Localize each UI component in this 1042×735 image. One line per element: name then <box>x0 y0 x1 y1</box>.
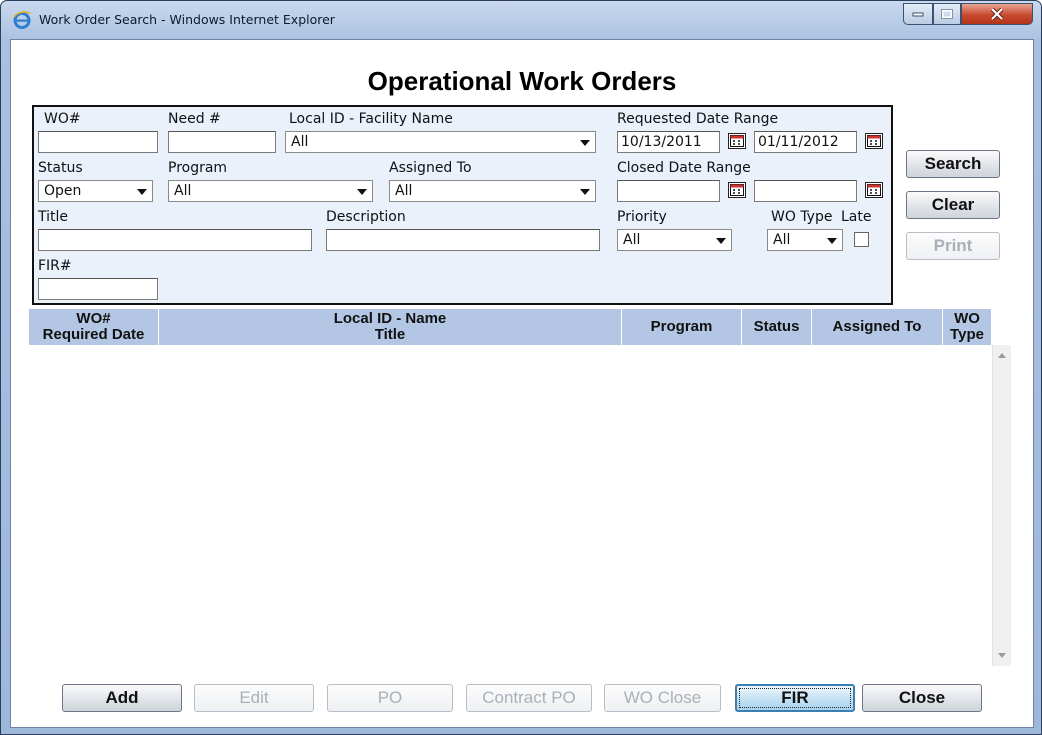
need-number-input[interactable] <box>168 131 276 153</box>
calendar-icon[interactable] <box>728 182 746 198</box>
late-label: Late <box>841 209 872 225</box>
chevron-down-icon <box>716 238 726 244</box>
column-header-local-id-line2: Title <box>374 326 406 343</box>
description-label: Description <box>326 209 406 225</box>
column-header-wo[interactable]: WO# Required Date <box>29 309 159 345</box>
requested-date-range-label: Requested Date Range <box>617 111 779 127</box>
priority-select[interactable]: All <box>617 229 732 251</box>
need-number-label: Need # <box>168 111 221 127</box>
description-input[interactable] <box>326 229 600 251</box>
column-header-program-label: Program <box>650 318 713 335</box>
title-input[interactable] <box>38 229 312 251</box>
wo-number-input[interactable] <box>38 131 158 153</box>
assigned-to-label: Assigned To <box>389 160 472 176</box>
wo-type-label: WO Type <box>771 209 833 225</box>
program-select-value: All <box>174 183 192 199</box>
column-header-local-id-line1: Local ID - Name <box>333 310 447 327</box>
browser-window: Work Order Search - Windows Internet Exp… <box>0 0 1042 735</box>
column-header-wo-line2: Required Date <box>42 326 145 343</box>
maximize-button[interactable] <box>933 3 961 25</box>
window-close-button[interactable] <box>961 3 1033 25</box>
assigned-to-select-value: All <box>395 183 413 199</box>
po-button[interactable]: PO <box>327 684 453 712</box>
requested-date-to-input[interactable]: 01/11/2012 <box>754 131 857 153</box>
search-button[interactable]: Search <box>906 150 1000 178</box>
late-checkbox[interactable] <box>854 232 869 247</box>
calendar-icon[interactable] <box>865 182 883 198</box>
calendar-icon[interactable] <box>865 133 883 149</box>
status-select-value: Open <box>44 183 82 199</box>
vertical-scrollbar[interactable] <box>992 345 1011 666</box>
priority-label: Priority <box>617 209 667 225</box>
column-header-local-id[interactable]: Local ID - Name Title <box>159 309 622 345</box>
scroll-down-arrow-icon[interactable] <box>998 653 1006 658</box>
closed-date-from-input[interactable] <box>617 180 720 202</box>
add-button[interactable]: Add <box>62 684 182 712</box>
column-header-status[interactable]: Status <box>742 309 812 345</box>
closed-date-range-label: Closed Date Range <box>617 160 751 176</box>
chevron-down-icon <box>137 189 147 195</box>
requested-date-from-input[interactable]: 10/13/2011 <box>617 131 720 153</box>
ie-icon <box>12 10 32 30</box>
assigned-to-select[interactable]: All <box>389 180 596 202</box>
clear-button[interactable]: Clear <box>906 191 1000 219</box>
facility-label: Local ID - Facility Name <box>289 111 453 127</box>
print-button[interactable]: Print <box>906 232 1000 260</box>
column-header-assigned-to-label: Assigned To <box>832 318 922 335</box>
column-header-assigned-to[interactable]: Assigned To <box>812 309 943 345</box>
facility-select-value: All <box>291 134 309 150</box>
column-header-wo-type[interactable]: WO Type <box>943 309 991 345</box>
results-grid-body[interactable] <box>29 345 991 666</box>
column-header-program[interactable]: Program <box>622 309 742 345</box>
wo-type-select[interactable]: All <box>767 229 843 251</box>
title-label: Title <box>38 209 69 225</box>
page-title: Operational Work Orders <box>367 66 677 96</box>
wo-number-label: WO# <box>44 111 81 127</box>
wo-type-select-value: All <box>773 232 791 248</box>
calendar-icon[interactable] <box>728 133 746 149</box>
minimize-button[interactable] <box>903 3 933 25</box>
chevron-down-icon <box>357 189 367 195</box>
fir-number-label: FIR# <box>38 258 72 274</box>
closed-date-to-input[interactable] <box>754 180 857 202</box>
window-title: Work Order Search - Windows Internet Exp… <box>39 12 335 27</box>
column-header-wo-type-line1: WO <box>954 310 980 327</box>
chevron-down-icon <box>827 238 837 244</box>
bottom-button-bar: Add Edit PO Contract PO WO Close FIR Clo… <box>11 684 1035 714</box>
chevron-down-icon <box>580 189 590 195</box>
priority-select-value: All <box>623 232 641 248</box>
fir-button[interactable]: FIR <box>735 684 855 712</box>
column-header-status-label: Status <box>753 318 800 335</box>
facility-select[interactable]: All <box>285 131 596 153</box>
program-label: Program <box>168 160 228 176</box>
status-select[interactable]: Open <box>38 180 153 202</box>
program-select[interactable]: All <box>168 180 373 202</box>
scroll-up-arrow-icon[interactable] <box>998 353 1006 358</box>
status-label: Status <box>38 160 83 176</box>
column-header-wo-line1: WO# <box>76 310 111 327</box>
title-bar[interactable]: Work Order Search - Windows Internet Exp… <box>1 1 1041 39</box>
fir-number-input[interactable] <box>38 278 158 300</box>
page-content: Operational Work Orders WO# Need # Local… <box>10 39 1034 728</box>
close-button[interactable]: Close <box>862 684 982 712</box>
wo-close-button[interactable]: WO Close <box>604 684 721 712</box>
close-icon <box>990 8 1004 20</box>
results-grid-header: WO# Required Date Local ID - Name Title … <box>29 309 991 345</box>
column-header-wo-type-line2: Type <box>950 326 984 343</box>
chevron-down-icon <box>580 140 590 146</box>
filter-panel: WO# Need # Local ID - Facility Name All … <box>32 105 893 305</box>
edit-button[interactable]: Edit <box>194 684 314 712</box>
contract-po-button[interactable]: Contract PO <box>466 684 592 712</box>
